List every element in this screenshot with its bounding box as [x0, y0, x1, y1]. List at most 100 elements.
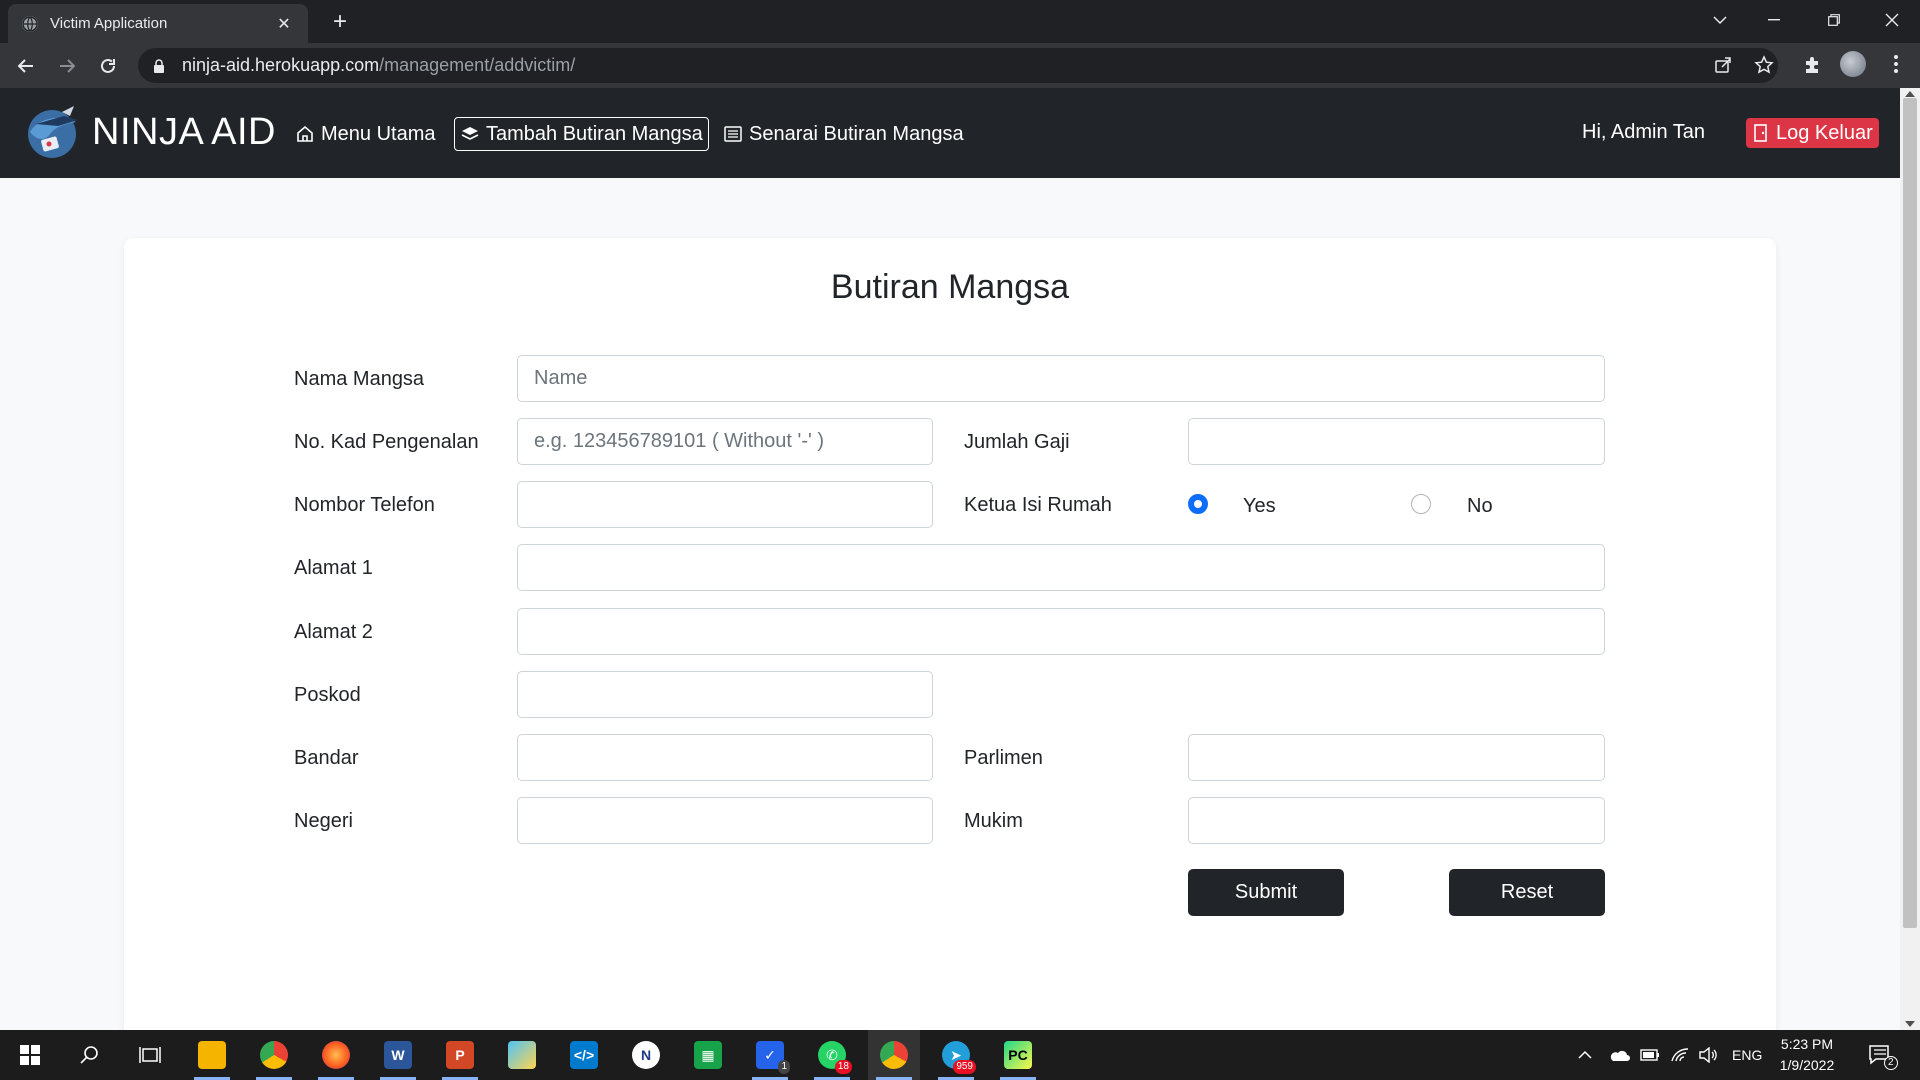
- chrome-active-icon[interactable]: [868, 1030, 920, 1080]
- city-input[interactable]: [517, 734, 933, 781]
- reload-icon[interactable]: [92, 50, 124, 82]
- salary-input[interactable]: [1188, 418, 1605, 465]
- scroll-up-arrow-icon[interactable]: [1905, 91, 1915, 97]
- ic-number-input[interactable]: [517, 418, 933, 465]
- postcode-input[interactable]: [517, 671, 933, 718]
- url-host: ninja-aid.herokuapp.com: [182, 55, 380, 75]
- forward-arrow-icon[interactable]: [51, 50, 83, 82]
- nav-add-victim[interactable]: Tambah Butiran Mangsa: [454, 117, 709, 151]
- page-viewport: NINJA AID Menu Utama Tambah Butiran Mang…: [0, 88, 1900, 1030]
- label-state: Negeri: [294, 810, 353, 832]
- label-phone: Nombor Telefon: [294, 494, 435, 516]
- submit-button[interactable]: Submit: [1188, 869, 1344, 916]
- list-icon: [724, 126, 742, 142]
- radio-no[interactable]: [1411, 494, 1431, 514]
- label-name: Nama Mangsa: [294, 368, 425, 390]
- back-arrow-icon[interactable]: [10, 50, 42, 82]
- extensions-puzzle-icon[interactable]: [1800, 53, 1824, 77]
- battery-icon[interactable]: [1640, 1030, 1660, 1080]
- state-input[interactable]: [517, 797, 933, 844]
- radio-yes[interactable]: [1188, 494, 1208, 514]
- powerpoint-icon[interactable]: P: [434, 1030, 486, 1080]
- sheets-app-icon[interactable]: ▦: [682, 1030, 734, 1080]
- task-view-icon[interactable]: [124, 1030, 176, 1080]
- profile-avatar[interactable]: [1840, 51, 1866, 77]
- label-mukim: Mukim: [964, 810, 1023, 832]
- whatsapp-badge: 18: [834, 1060, 852, 1074]
- tab-title: Victim Application: [50, 15, 168, 32]
- radio-no-label: No: [1467, 495, 1493, 517]
- windows-start-icon[interactable]: [4, 1030, 56, 1080]
- browser-toolbar: ninja-aid.herokuapp.com/management/addvi…: [0, 43, 1920, 88]
- share-icon[interactable]: [1711, 53, 1735, 77]
- label-ic: No. Kad Pengenalan: [294, 431, 479, 453]
- address1-input[interactable]: [517, 544, 1605, 591]
- label-parliament: Parlimen: [964, 747, 1043, 769]
- radio-yes-label: Yes: [1243, 495, 1276, 517]
- reset-button[interactable]: Reset: [1449, 869, 1605, 916]
- 3d-app-icon[interactable]: [496, 1030, 548, 1080]
- volume-icon[interactable]: [1698, 1030, 1718, 1080]
- brand-name: NINJA AID: [92, 110, 276, 153]
- page-scrollbar[interactable]: [1900, 88, 1920, 1030]
- new-tab-button[interactable]: +: [326, 8, 354, 36]
- close-window-button[interactable]: [1864, 0, 1920, 40]
- address2-input[interactable]: [517, 608, 1605, 655]
- onedrive-cloud-icon[interactable]: [1608, 1030, 1630, 1080]
- wifi-icon[interactable]: [1670, 1030, 1690, 1080]
- file-explorer-icon[interactable]: [186, 1030, 238, 1080]
- nav-home[interactable]: Menu Utama: [290, 117, 441, 151]
- app-navbar: NINJA AID Menu Utama Tambah Butiran Mang…: [0, 88, 1900, 178]
- door-icon: [1754, 124, 1767, 142]
- search-icon[interactable]: [64, 1030, 116, 1080]
- minimize-button[interactable]: [1746, 0, 1802, 40]
- tray-chevron-icon[interactable]: [1578, 1030, 1592, 1080]
- chrome-icon[interactable]: [248, 1030, 300, 1080]
- layers-icon: [461, 127, 479, 140]
- scroll-down-arrow-icon[interactable]: [1905, 1021, 1915, 1027]
- nav-victim-list[interactable]: Senarai Butiran Mangsa: [718, 117, 969, 151]
- nav-victim-list-label: Senarai Butiran Mangsa: [749, 122, 964, 145]
- notification-center-icon[interactable]: 2: [1868, 1030, 1898, 1080]
- bookmark-star-icon[interactable]: [1752, 53, 1776, 77]
- telegram-icon[interactable]: ➤ 959: [930, 1030, 982, 1080]
- name-input[interactable]: [517, 355, 1605, 402]
- language-indicator[interactable]: ENG: [1732, 1030, 1762, 1080]
- address-bar[interactable]: ninja-aid.herokuapp.com/management/addvi…: [138, 48, 1778, 83]
- nav-add-victim-label: Tambah Butiran Mangsa: [486, 122, 703, 145]
- form-title: Butiran Mangsa: [830, 268, 1070, 306]
- word-icon[interactable]: W: [372, 1030, 424, 1080]
- whatsapp-icon[interactable]: ✆ 18: [806, 1030, 858, 1080]
- lock-icon[interactable]: [152, 58, 166, 73]
- globe-icon: [22, 15, 38, 32]
- mukim-input[interactable]: [1188, 797, 1605, 844]
- restore-button[interactable]: [1806, 0, 1862, 40]
- label-address2: Alamat 2: [294, 621, 373, 643]
- todo-badge: 1: [778, 1060, 790, 1074]
- browser-menu-icon[interactable]: [1884, 50, 1908, 78]
- windows-taskbar: W P </> N ▦ ✓ 1 ✆ 18 ➤ 959 PC ENG 5:23 PM 1…: [0, 1030, 1920, 1080]
- parliament-input[interactable]: [1188, 734, 1605, 781]
- label-address1: Alamat 1: [294, 557, 373, 579]
- clock-date: 1/9/2022: [1779, 1057, 1835, 1073]
- label-city: Bandar: [294, 747, 359, 769]
- browser-tab[interactable]: Victim Application ✕: [8, 4, 308, 43]
- tab-search-icon[interactable]: [1692, 0, 1748, 40]
- notification-count: 2: [1884, 1056, 1898, 1070]
- victim-form-card: Butiran Mangsa Nama Mangsa No. Kad Penge…: [124, 238, 1776, 1030]
- todo-icon[interactable]: ✓ 1: [744, 1030, 796, 1080]
- notes-app-icon[interactable]: N: [620, 1030, 672, 1080]
- house-icon: [297, 125, 313, 142]
- logout-label: Log Keluar: [1776, 121, 1873, 144]
- scrollbar-thumb[interactable]: [1903, 98, 1917, 928]
- logout-button[interactable]: Log Keluar: [1746, 118, 1879, 148]
- phone-input[interactable]: [517, 481, 933, 528]
- pycharm-icon[interactable]: PC: [992, 1030, 1044, 1080]
- firefox-icon[interactable]: [310, 1030, 362, 1080]
- label-postcode: Poskod: [294, 684, 361, 706]
- label-salary: Jumlah Gaji: [964, 431, 1070, 453]
- close-tab-icon[interactable]: ✕: [274, 14, 294, 34]
- brand[interactable]: NINJA AID: [22, 102, 276, 162]
- taskbar-clock[interactable]: 5:23 PM 1/9/2022: [1762, 1034, 1852, 1076]
- vscode-icon[interactable]: </>: [558, 1030, 610, 1080]
